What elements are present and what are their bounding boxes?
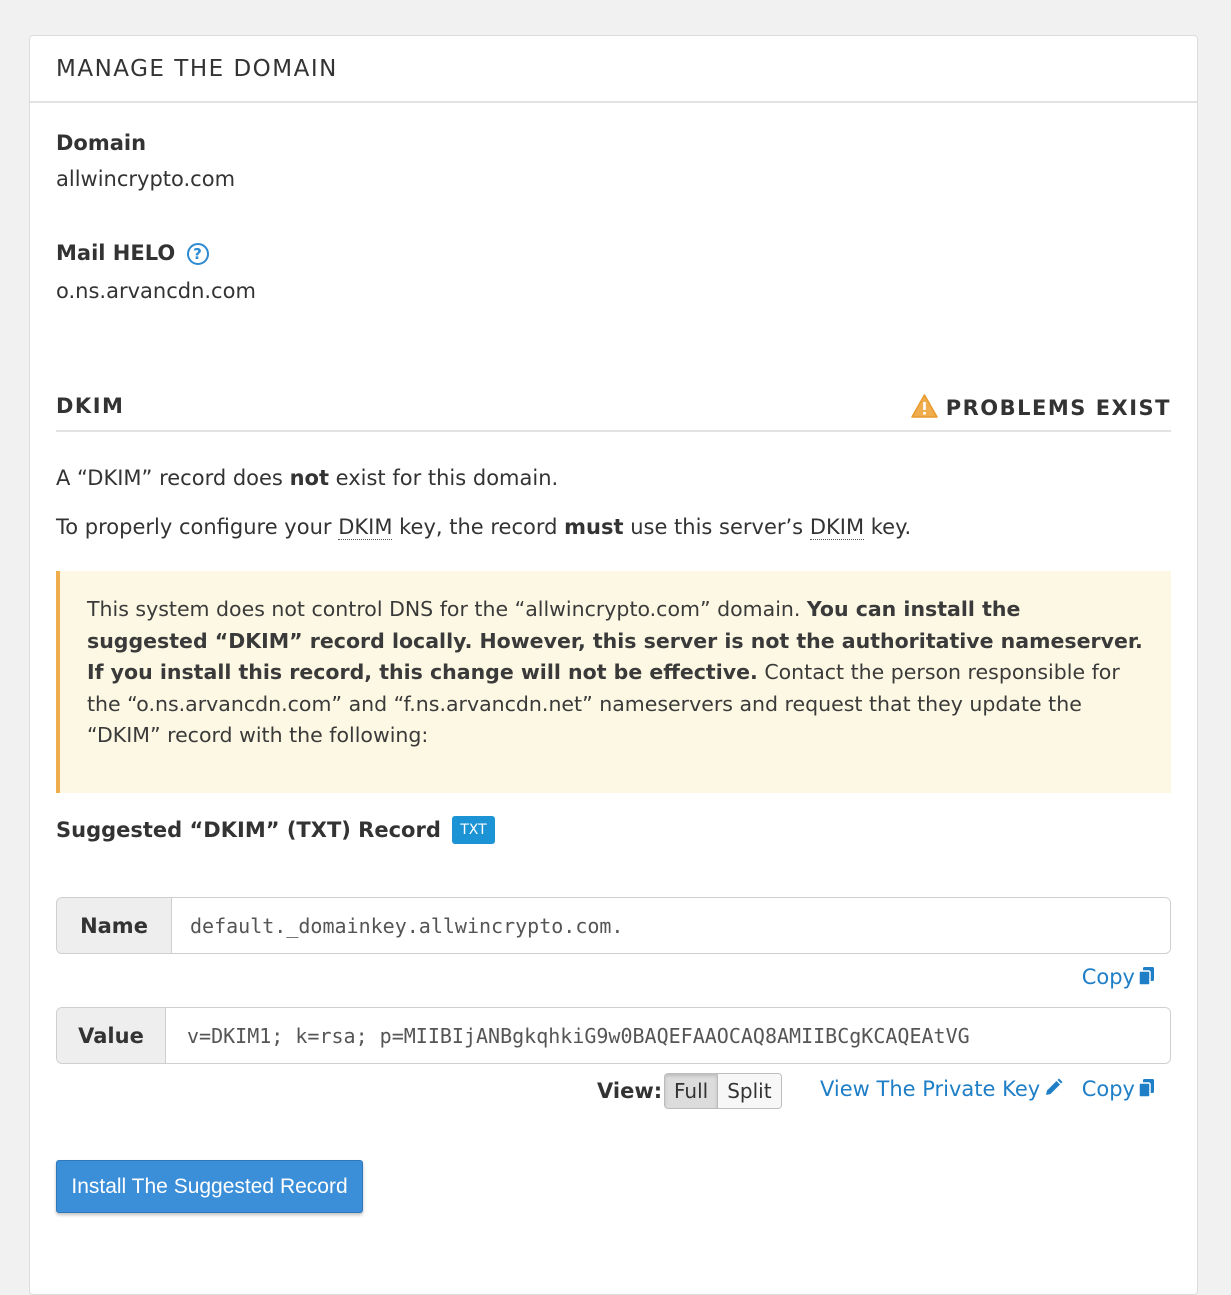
dkim-header: DKIM PROBLEMS EXIST bbox=[56, 392, 1171, 432]
mail-helo-label: Mail HELO bbox=[56, 241, 176, 265]
dkim-title: DKIM bbox=[56, 394, 125, 418]
text-emphasis: must bbox=[564, 515, 624, 539]
alert-text: This system does not control DNS for the… bbox=[87, 597, 807, 621]
suggested-record-label: Suggested “DKIM” (TXT) Record bbox=[56, 818, 441, 842]
mail-helo-label-row: Mail HELO ? bbox=[56, 241, 256, 265]
dkim-config-text: To properly configure your DKIM key, the… bbox=[56, 515, 912, 540]
text-fragment: To properly configure your bbox=[56, 515, 339, 539]
record-name-group: Name default._domainkey.allwincrypto.com… bbox=[56, 897, 1171, 954]
mail-helo-section: Mail HELO ? o.ns.arvancdn.com bbox=[56, 241, 256, 303]
copy-icon bbox=[1138, 967, 1154, 986]
record-value-group: Value v=DKIM1; k=rsa; p=MIIBIjANBgkqhkiG… bbox=[56, 1007, 1171, 1064]
view-private-key-label: View The Private Key bbox=[820, 1077, 1041, 1101]
install-suggested-record-button[interactable]: Install The Suggested Record bbox=[56, 1160, 363, 1213]
view-toggle: Full Split bbox=[664, 1073, 782, 1109]
copy-label: Copy bbox=[1081, 1077, 1135, 1101]
mail-helo-value: o.ns.arvancdn.com bbox=[56, 279, 256, 303]
dkim-status: PROBLEMS EXIST bbox=[910, 394, 1171, 420]
view-label: View: bbox=[597, 1079, 663, 1103]
record-value-field[interactable]: v=DKIM1; k=rsa; p=MIIBIjANBgkqhkiG9w0BAQ… bbox=[166, 1008, 1170, 1063]
dkim-status-text: PROBLEMS EXIST bbox=[945, 396, 1171, 420]
text-fragment: A “DKIM” record does bbox=[56, 466, 290, 490]
name-addon: Name bbox=[57, 898, 172, 953]
view-full-button[interactable]: Full bbox=[665, 1074, 718, 1108]
domain-value: allwincrypto.com bbox=[56, 167, 236, 191]
panel-title: MANAGE THE DOMAIN bbox=[30, 36, 1197, 103]
record-name-field[interactable]: default._domainkey.allwincrypto.com. bbox=[172, 898, 1170, 953]
txt-badge: TXT bbox=[452, 816, 495, 844]
text-emphasis: not bbox=[289, 466, 329, 490]
copy-label: Copy bbox=[1081, 965, 1135, 989]
text-fragment: use this server’s bbox=[623, 515, 810, 539]
warning-triangle-icon bbox=[910, 394, 938, 418]
text-fragment: key, the record bbox=[392, 515, 565, 539]
manage-domain-panel: MANAGE THE DOMAIN Domain allwincrypto.co… bbox=[29, 35, 1198, 1295]
copy-name-link[interactable]: Copy bbox=[1082, 965, 1155, 989]
domain-label: Domain bbox=[56, 131, 147, 155]
dkim-missing-text: A “DKIM” record does not exist for this … bbox=[56, 466, 558, 490]
dkim-abbr: DKIM bbox=[809, 515, 865, 540]
question-circle-icon[interactable]: ? bbox=[186, 243, 209, 265]
copy-icon bbox=[1138, 1079, 1154, 1098]
dkim-abbr: DKIM bbox=[338, 515, 393, 540]
suggested-record-heading: Suggested “DKIM” (TXT) Record TXT bbox=[56, 816, 495, 844]
view-split-button[interactable]: Split bbox=[717, 1074, 781, 1108]
view-private-key-link[interactable]: View The Private Key bbox=[820, 1077, 1063, 1101]
text-fragment: key. bbox=[864, 515, 912, 539]
pencil-icon bbox=[1046, 1078, 1063, 1095]
text-fragment: exist for this domain. bbox=[328, 466, 559, 490]
dns-warning-alert: This system does not control DNS for the… bbox=[56, 571, 1171, 793]
domain-section: Domain allwincrypto.com bbox=[56, 131, 235, 191]
copy-value-link[interactable]: Copy bbox=[1082, 1077, 1155, 1101]
value-addon: Value bbox=[57, 1008, 166, 1063]
